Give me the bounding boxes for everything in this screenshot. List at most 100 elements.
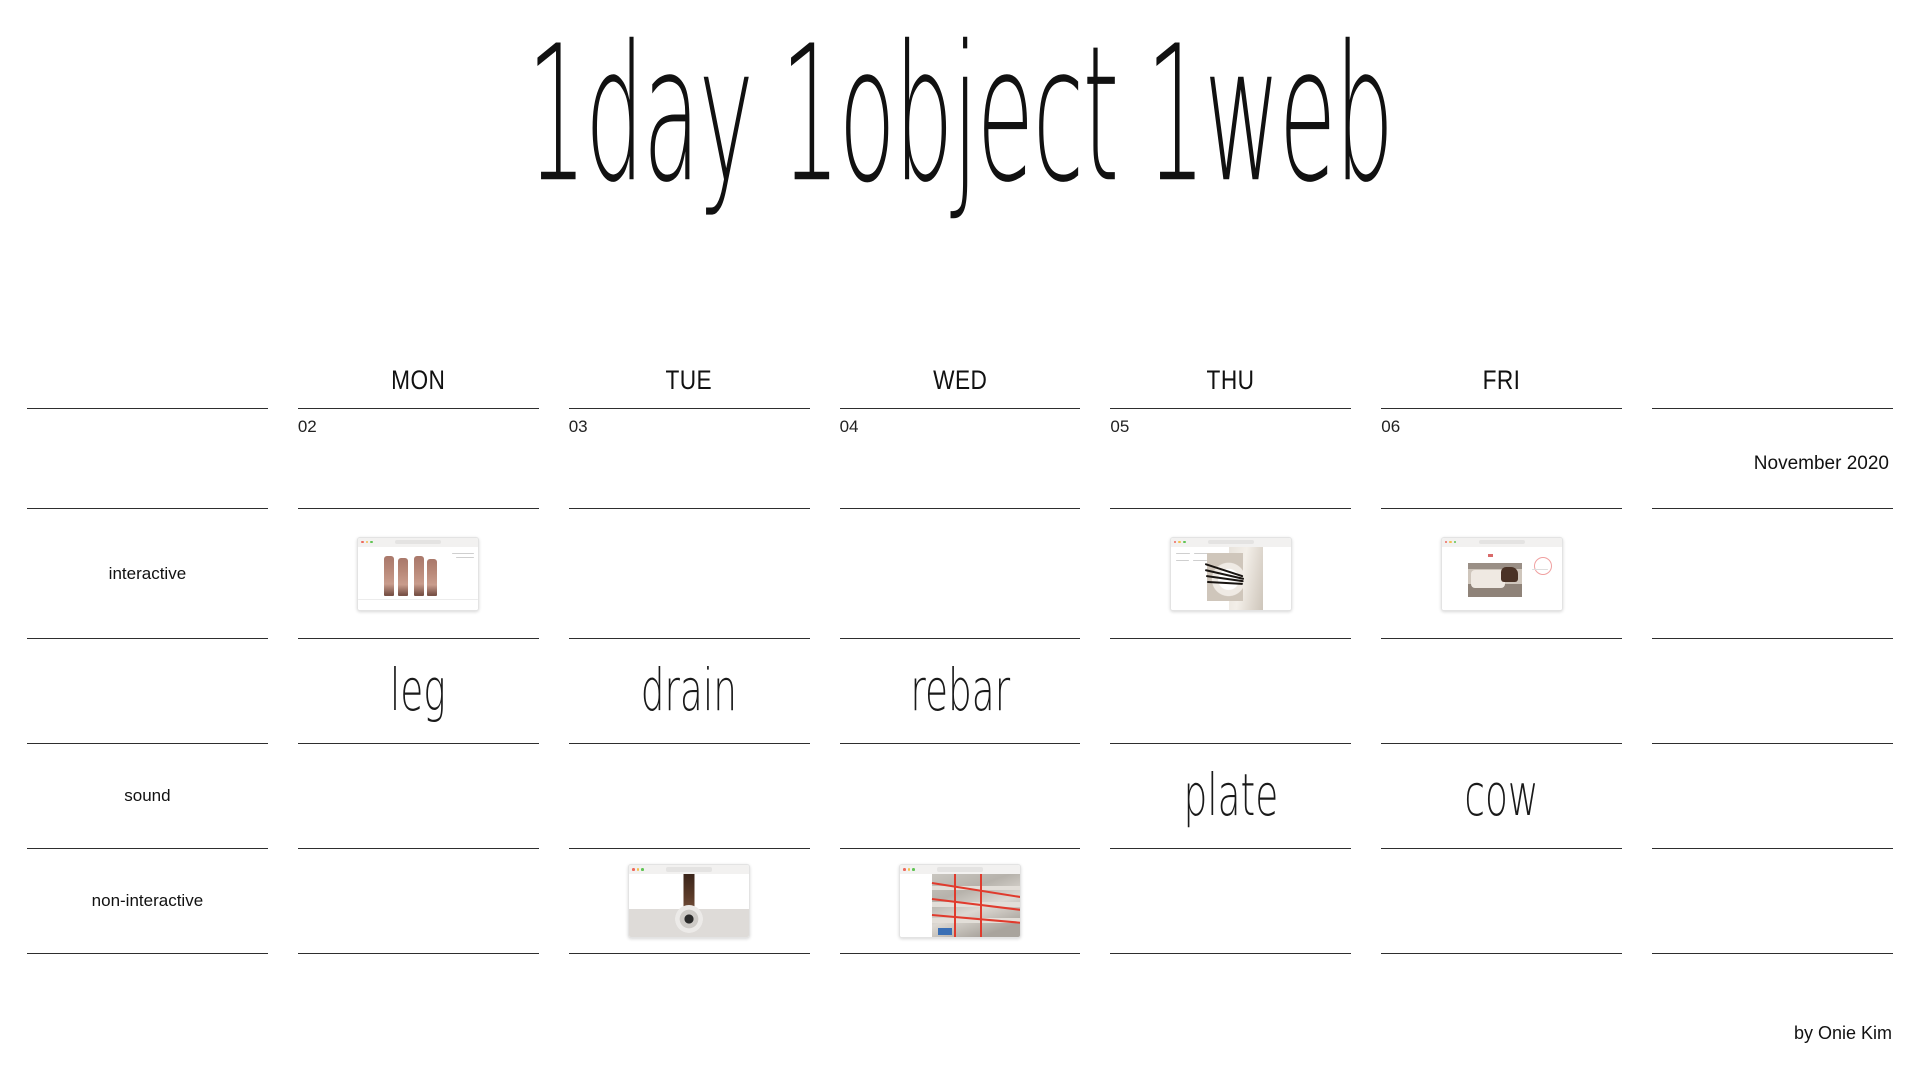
thumbnail-viewport bbox=[1170, 546, 1291, 610]
minimize-dot-icon bbox=[365, 540, 369, 544]
maximize-dot-icon bbox=[370, 540, 374, 544]
blue-container-graphic bbox=[937, 928, 952, 935]
date-cell-tue[interactable]: 03 bbox=[568, 408, 810, 508]
day-header-fri: FRI bbox=[1482, 365, 1521, 395]
calendar-sound-row: sound plate cow bbox=[27, 743, 1893, 848]
thumbnail-viewport bbox=[629, 874, 750, 937]
close-dot-icon bbox=[1173, 540, 1177, 544]
calendar-date-row: 02 03 04 05 06 November 2020 bbox=[27, 408, 1893, 508]
rebar-line-1-graphic bbox=[931, 882, 1020, 899]
page-title: 1day 1object 1web bbox=[527, 6, 1394, 225]
rebar-thumbnail[interactable] bbox=[898, 864, 1021, 938]
word-cell-wed[interactable]: rebar bbox=[839, 638, 1081, 743]
sound-cell-thu[interactable]: plate bbox=[1110, 743, 1352, 848]
day-header-wed: WED bbox=[932, 365, 988, 395]
thumbnail-viewport bbox=[1441, 546, 1562, 610]
plate-thumbnail[interactable] bbox=[1169, 536, 1292, 611]
interactive-cell-thu[interactable] bbox=[1110, 508, 1352, 638]
maximize-dot-icon bbox=[641, 868, 644, 871]
rebar-post-2-graphic bbox=[979, 874, 982, 937]
sound-cell-mon bbox=[297, 743, 539, 848]
sound-cell-tue bbox=[568, 743, 810, 848]
byline: by Onie Kim bbox=[1793, 1023, 1892, 1043]
cow-head-graphic bbox=[1500, 566, 1518, 582]
date-cell-wed[interactable]: 04 bbox=[839, 408, 1081, 508]
calendar-word-row-one: leg drain rebar bbox=[27, 638, 1893, 743]
day-header-tue: TUE bbox=[665, 365, 713, 395]
page-divider bbox=[358, 598, 479, 600]
thumbnail-viewport bbox=[358, 546, 479, 610]
interactive-cell-fri[interactable] bbox=[1381, 508, 1623, 638]
date-number-04: 04 bbox=[839, 417, 859, 436]
maximize-dot-icon bbox=[1453, 540, 1457, 544]
close-dot-icon bbox=[632, 868, 635, 871]
minimize-dot-icon bbox=[907, 868, 911, 871]
date-number-02: 02 bbox=[297, 417, 317, 436]
header-cell-tue: TUE bbox=[569, 330, 810, 408]
caption-line-1 bbox=[1531, 568, 1548, 571]
window-dots bbox=[632, 868, 644, 871]
close-dot-icon bbox=[361, 540, 364, 544]
calendar-header-row: MON TUE WED THU FRI bbox=[27, 330, 1893, 408]
row-label-cell-non-interactive: non-interactive bbox=[27, 848, 268, 953]
sound-cell-wed bbox=[839, 743, 1081, 848]
date-cell-fri[interactable]: 06 bbox=[1381, 408, 1623, 508]
thumbnail-viewport bbox=[899, 874, 1020, 937]
drain-ring-graphic bbox=[675, 905, 704, 933]
close-dot-icon bbox=[902, 868, 906, 871]
word-leg: leg bbox=[390, 657, 447, 725]
header-cell-blank-right bbox=[1652, 330, 1893, 408]
bottom-rule-wed bbox=[839, 953, 1081, 954]
sound-cell-fri[interactable]: cow bbox=[1381, 743, 1623, 848]
word-rebar: rebar bbox=[910, 657, 1010, 725]
site-header: 1day 1object 1web bbox=[0, 17, 1920, 213]
word-cell-fri bbox=[1381, 638, 1623, 743]
date-cell-thu[interactable]: 05 bbox=[1110, 408, 1352, 508]
bottom-rule-mon bbox=[297, 953, 539, 954]
row-label-non-interactive: non-interactive bbox=[91, 891, 204, 910]
cow-thumbnail[interactable] bbox=[1440, 536, 1563, 611]
row-label-interactive: interactive bbox=[108, 563, 187, 583]
word-cow: cow bbox=[1464, 762, 1539, 830]
month-label: November 2020 bbox=[1753, 453, 1889, 474]
word-cell-blank-right bbox=[1652, 638, 1893, 743]
calendar-interactive-row: interactive bbox=[27, 508, 1893, 638]
cow-graphic bbox=[1467, 562, 1522, 597]
leg-right-graphic bbox=[427, 558, 438, 596]
bottom-rule-fri bbox=[1381, 953, 1623, 954]
address-bar bbox=[395, 539, 442, 545]
word-cell-thu bbox=[1110, 638, 1352, 743]
minimize-dot-icon bbox=[1178, 540, 1182, 544]
cow-body-graphic bbox=[1470, 569, 1505, 588]
interactive-cell-blank-right bbox=[1652, 508, 1893, 638]
date-number-03: 03 bbox=[568, 417, 588, 436]
row-label-cell-interactive: interactive bbox=[27, 508, 268, 638]
menu-line-1 bbox=[1175, 552, 1190, 555]
caption-line-1 bbox=[452, 552, 475, 555]
leg-left-inner-graphic bbox=[398, 557, 409, 596]
non-interactive-cell-wed[interactable] bbox=[839, 848, 1081, 953]
interactive-cell-wed bbox=[839, 508, 1081, 638]
close-dot-icon bbox=[1444, 540, 1448, 544]
caption-line-2 bbox=[456, 556, 475, 559]
leg-thumbnail[interactable] bbox=[357, 536, 480, 611]
window-dots bbox=[902, 868, 915, 871]
bottom-rule-tue bbox=[568, 953, 810, 954]
non-interactive-cell-tue[interactable] bbox=[568, 848, 810, 953]
day-header-mon: MON bbox=[391, 365, 446, 395]
word-cell-tue[interactable]: drain bbox=[568, 638, 810, 743]
address-bar bbox=[666, 867, 713, 872]
non-interactive-cell-mon bbox=[297, 848, 539, 953]
word-cell-mon[interactable]: leg bbox=[297, 638, 539, 743]
date-cell-mon[interactable]: 02 bbox=[297, 408, 539, 508]
calendar-bottom-rule-row bbox=[27, 953, 1893, 954]
bottom-rule-thu bbox=[1110, 953, 1352, 954]
row-label-cell-sound: sound bbox=[27, 743, 268, 848]
drain-thumbnail[interactable] bbox=[628, 864, 751, 938]
address-bar bbox=[936, 867, 983, 872]
bottom-rule-blank-right bbox=[1652, 953, 1893, 954]
interactive-cell-mon[interactable] bbox=[297, 508, 539, 638]
leg-left-graphic bbox=[384, 555, 395, 596]
day-header-thu: THU bbox=[1206, 365, 1255, 395]
maximize-dot-icon bbox=[912, 868, 915, 871]
